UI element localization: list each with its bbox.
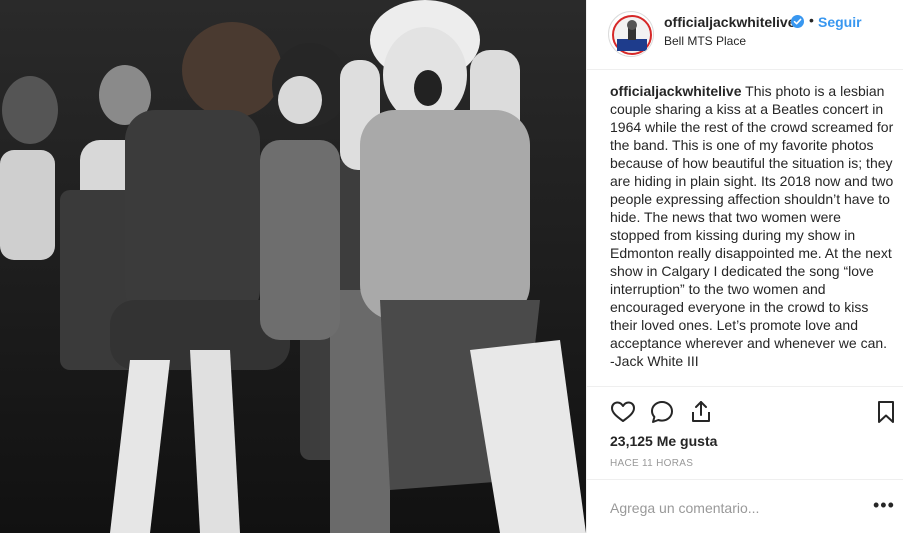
- photo-illustration: [0, 0, 586, 533]
- caption-text: This photo is a lesbian couple sharing a…: [610, 83, 894, 369]
- follow-button[interactable]: Seguir: [818, 14, 862, 30]
- author-username[interactable]: officialjackwhitelive: [664, 14, 796, 30]
- likes-count[interactable]: 23,125 Me gusta: [610, 433, 717, 449]
- avatar[interactable]: [608, 11, 654, 57]
- heart-icon[interactable]: [610, 399, 636, 425]
- share-icon[interactable]: [688, 399, 714, 425]
- post-side-panel: officialjackwhitelive • Seguir Bell MTS …: [586, 0, 903, 533]
- post-photo[interactable]: [0, 0, 586, 533]
- post-timestamp[interactable]: HACE 11 HORAS: [610, 458, 693, 469]
- post-caption: officialjackwhitelive This photo is a le…: [610, 82, 894, 370]
- verified-badge-icon: [791, 15, 804, 28]
- separator-dot: •: [809, 12, 814, 28]
- post-header: officialjackwhitelive • Seguir Bell MTS …: [587, 0, 903, 70]
- comment-section: •••: [587, 479, 903, 533]
- caption-username[interactable]: officialjackwhitelive: [610, 83, 742, 99]
- comment-input[interactable]: [610, 498, 850, 518]
- avatar-image: [610, 13, 653, 56]
- action-bar: [587, 386, 903, 436]
- comment-icon[interactable]: [649, 399, 675, 425]
- more-options-icon[interactable]: •••: [873, 495, 895, 516]
- location-link[interactable]: Bell MTS Place: [664, 34, 746, 48]
- bookmark-icon[interactable]: [873, 399, 899, 425]
